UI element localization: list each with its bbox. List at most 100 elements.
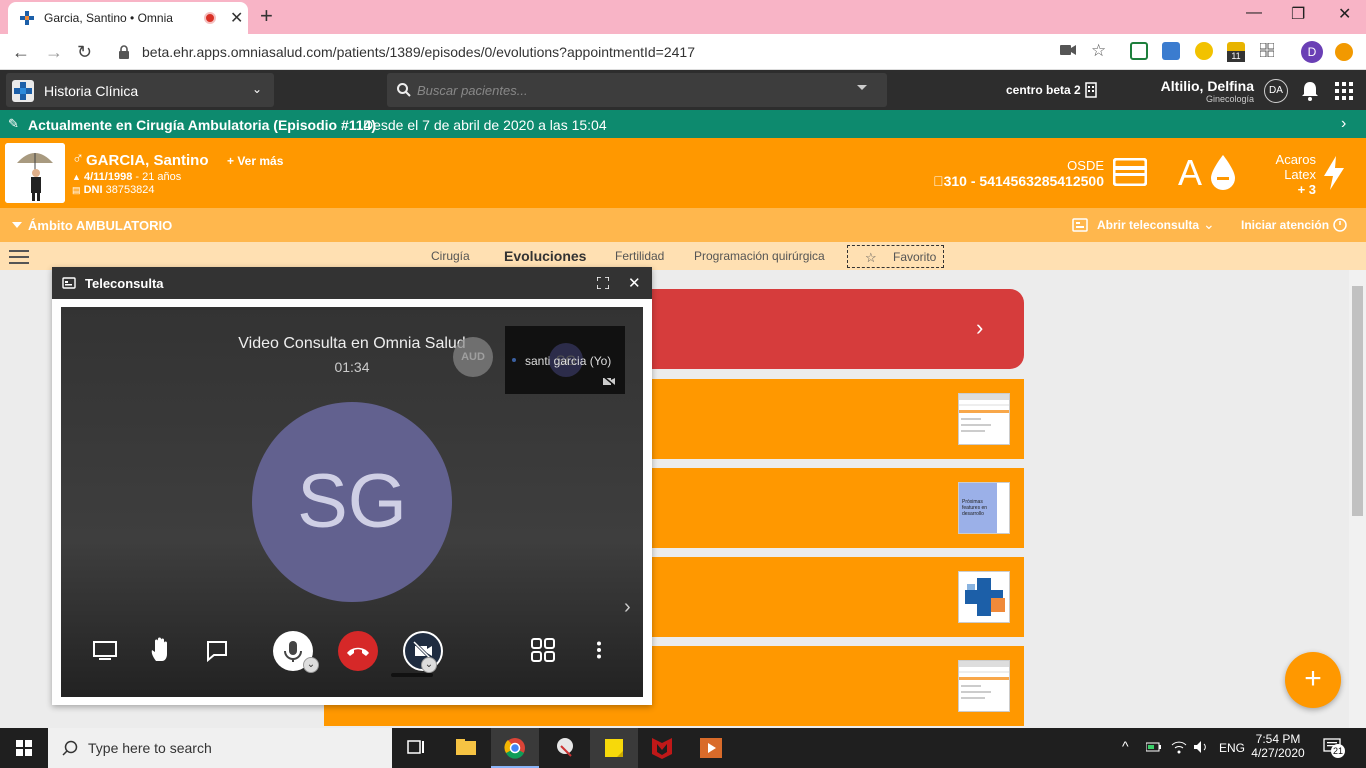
bell-icon[interactable]	[1301, 81, 1319, 101]
profile-avatar[interactable]: D	[1301, 41, 1323, 63]
taskbar-search[interactable]: Type here to search	[48, 728, 392, 768]
camera-toggle-button[interactable]: ⌄	[403, 631, 443, 673]
mic-options-icon[interactable]: ⌄	[303, 657, 319, 673]
tab-fertilidad[interactable]: Fertilidad	[615, 249, 664, 263]
sticky-notes-icon[interactable]	[590, 728, 638, 768]
chevron-right-icon[interactable]: ›	[624, 596, 631, 619]
language-indicator[interactable]: ENG	[1219, 741, 1245, 755]
patient-search[interactable]	[387, 73, 887, 107]
video-stage[interactable]: Video Consulta en Omnia Salud 01:34 AUD …	[61, 307, 643, 697]
insurer-info[interactable]: OSDE  310 - 5414563285412500	[933, 158, 1104, 189]
forward-icon[interactable]: →	[45, 42, 63, 63]
system-clock[interactable]: 7:54 PM 4/27/2020	[1248, 732, 1308, 760]
browser-tab[interactable]: Garcia, Santino • Omnia ✕	[8, 2, 248, 34]
mcafee-icon[interactable]	[638, 728, 686, 768]
patient-dob: ▲ 4/11/1998 - 21 años	[72, 171, 181, 183]
center-name[interactable]: centro beta 2	[1006, 83, 1081, 97]
extension-shield-icon[interactable]	[1130, 42, 1148, 60]
tab-cirugia[interactable]: Cirugía	[431, 249, 470, 263]
media-player-icon[interactable]	[687, 728, 735, 768]
start-attention-button[interactable]: Iniciar atención	[1241, 218, 1329, 232]
volume-icon[interactable]	[1193, 740, 1209, 754]
more-options-icon[interactable]	[596, 641, 602, 659]
chrome-icon[interactable]	[491, 728, 539, 768]
file-explorer-icon[interactable]	[442, 728, 490, 768]
extensions-grid-icon[interactable]	[1260, 43, 1274, 57]
raise-hand-icon[interactable]	[150, 637, 172, 663]
screen-share-icon[interactable]	[93, 641, 117, 661]
dob-age: - 21 años	[132, 171, 182, 183]
minimize-icon[interactable]: —	[1246, 4, 1262, 22]
scrollbar-thumb[interactable]	[1352, 286, 1363, 516]
user-name: Altilio, Delfina	[1160, 78, 1254, 94]
patient-photo[interactable]	[5, 143, 65, 203]
blood-drop-minus-icon	[1209, 154, 1237, 190]
dni-label: DNI	[83, 184, 103, 196]
microphone-button[interactable]: ⌄	[273, 631, 319, 673]
building-icon[interactable]	[1085, 82, 1099, 98]
clock-time: 7:54 PM	[1255, 732, 1301, 746]
add-fab-button[interactable]: +	[1285, 652, 1341, 708]
camera-options-icon[interactable]: ⌄	[421, 657, 437, 673]
open-teleconsult-button[interactable]: Abrir teleconsulta	[1097, 218, 1199, 232]
insurer-number:  310 - 5414563285412500	[933, 173, 1104, 189]
tile-view-icon[interactable]	[531, 638, 555, 662]
search-dropdown-icon[interactable]	[857, 85, 867, 90]
task-view-icon[interactable]	[392, 728, 440, 768]
window-close-icon[interactable]: ✕	[1338, 4, 1351, 24]
episode-bar[interactable]: ✎ Actualmente en Cirugía Ambulatoria (Ep…	[0, 110, 1366, 138]
new-tab-icon[interactable]: +	[260, 3, 273, 29]
see-more-link[interactable]: + Ver más	[227, 154, 283, 168]
apps-grid-icon[interactable]	[1335, 82, 1353, 100]
hamburger-menu-icon[interactable]	[9, 250, 29, 264]
teleconsulta-header[interactable]: Teleconsulta ✕	[52, 267, 652, 299]
tray-chevron-up-icon[interactable]: ^	[1122, 738, 1129, 754]
user-info[interactable]: Altilio, Delfina Ginecología	[1161, 78, 1254, 104]
user-avatar[interactable]: DA	[1264, 79, 1288, 103]
allergies-list[interactable]: Acaros Latex + 3	[1276, 152, 1316, 197]
back-icon[interactable]: ←	[12, 42, 30, 63]
card-thumbnail[interactable]	[958, 660, 1010, 712]
camera-icon[interactable]	[1060, 44, 1076, 56]
omnia-favicon-icon	[20, 11, 34, 25]
chevron-down-icon[interactable]: ⌄	[1203, 216, 1215, 233]
caret-down-icon[interactable]	[12, 222, 22, 228]
extension-table-icon[interactable]	[1162, 42, 1180, 60]
chat-icon[interactable]	[206, 640, 228, 662]
card-thumbnail[interactable]	[958, 393, 1010, 445]
wifi-icon[interactable]	[1171, 740, 1187, 754]
recording-indicator-icon	[204, 12, 216, 24]
card-thumbnail[interactable]	[958, 571, 1010, 623]
module-selector[interactable]: Historia Clínica ⌄	[6, 73, 274, 107]
close-icon[interactable]: ✕	[628, 274, 641, 292]
restore-icon[interactable]: ❐	[1291, 4, 1305, 24]
scope-title[interactable]: Ámbito AMBULATORIO	[28, 218, 172, 233]
snipping-tool-icon[interactable]	[541, 728, 589, 768]
taskbar-search-placeholder: Type here to search	[88, 740, 212, 756]
self-view-tile[interactable]: SG santi garcia (Yo)	[505, 326, 625, 394]
reload-icon[interactable]: ↻	[77, 42, 92, 63]
hangup-button[interactable]	[338, 631, 378, 671]
windows-start-icon[interactable]	[16, 740, 32, 756]
extension-badge-count: 11	[1227, 51, 1245, 62]
bookmark-star-icon[interactable]: ☆	[1091, 41, 1106, 61]
search-input[interactable]	[417, 81, 837, 99]
battery-icon[interactable]	[1146, 741, 1162, 753]
teleconsult-icon	[1072, 218, 1088, 232]
cake-icon: ▲	[72, 172, 81, 182]
fullscreen-icon[interactable]	[597, 277, 609, 289]
notifications-icon[interactable]: 21	[1323, 738, 1345, 758]
extension-leaf-icon[interactable]	[1195, 42, 1213, 60]
update-icon[interactable]	[1335, 43, 1353, 61]
tab-favorito[interactable]: ☆ Favorito	[847, 245, 944, 268]
tab-programacion-quirurgica[interactable]: Programación quirúrgica	[694, 249, 825, 263]
extension-badge-icon[interactable]: 11	[1227, 42, 1245, 62]
address-bar[interactable]: beta.ehr.apps.omniasalud.com/patients/13…	[110, 38, 1122, 66]
card-thumbnail[interactable]: Próximas features en desarrollo	[958, 482, 1010, 534]
tab-close-icon[interactable]: ✕	[230, 8, 243, 28]
tab-evoluciones[interactable]: Evoluciones	[504, 248, 586, 264]
dni-value: 38753824	[105, 184, 155, 196]
chevron-right-icon[interactable]: ›	[1341, 115, 1346, 133]
allergy-2: Latex	[1284, 167, 1316, 182]
chevron-right-icon[interactable]: ›	[976, 315, 983, 341]
